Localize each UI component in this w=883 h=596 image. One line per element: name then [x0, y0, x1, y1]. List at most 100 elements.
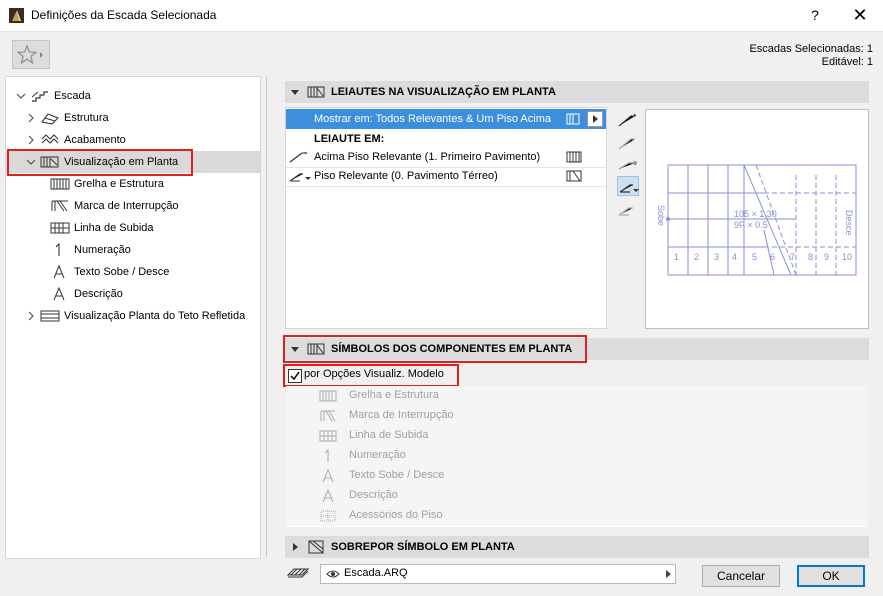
overlay-symbol-icon — [307, 540, 325, 554]
symbol-row-floor-accessories: Acessórios do Piso — [286, 506, 868, 527]
selection-highlight-box — [7, 149, 193, 176]
selected-count: Escadas Selecionadas: 1 — [749, 43, 873, 55]
window-title: Definições da Escada Selecionada — [31, 8, 217, 22]
tree-item-escada[interactable]: Escada — [6, 85, 260, 107]
layout-in-header: LEIAUTE EM: — [286, 129, 606, 149]
close-button[interactable]: ✕ — [845, 0, 875, 31]
stair-relevant-view-icon[interactable] — [617, 176, 639, 196]
dimension-label-2: 9P × 0.5 — [734, 220, 768, 230]
numbering-icon — [50, 243, 70, 257]
panel-divider[interactable] — [266, 76, 267, 557]
step-number: 1 — [674, 252, 679, 262]
symbol-label: Grelha e Estrutura — [349, 389, 439, 401]
step-number: 2 — [694, 252, 699, 262]
tree-item-marca-de-interrupcao[interactable]: Marca de Interrupção — [6, 195, 260, 217]
collapse-arrow-icon[interactable] — [291, 81, 300, 103]
symbol-row-grid: Grelha e Estrutura — [286, 386, 868, 407]
tree-item-label: Acabamento — [64, 134, 126, 146]
tree-item-grelha-e-estrutura[interactable]: Grelha e Estrutura — [6, 173, 260, 195]
up-down-text-icon — [50, 265, 70, 279]
floor-plan-icon — [307, 85, 325, 99]
selection-info: Escadas Selecionadas: 1 Editável: 1 — [749, 43, 873, 69]
break-mark-icon — [566, 170, 582, 182]
stair-dot-icon[interactable] — [617, 155, 639, 175]
symbol-row-walking-line: Linha de Subida — [286, 426, 868, 447]
tree-item-numeracao[interactable]: Numeração — [6, 239, 260, 261]
section-title: LEIAUTES NA VISUALIZAÇÃO EM PLANTA — [331, 86, 556, 98]
step-number: 9 — [824, 252, 829, 262]
tree-item-descricao[interactable]: Descrição — [6, 283, 260, 305]
grid-structure-icon — [50, 177, 70, 191]
description-icon — [319, 489, 337, 503]
editable-count: Editável: 1 — [821, 56, 873, 68]
symbols-header-highlight-box — [283, 335, 587, 363]
stair-relevant-icon — [289, 170, 311, 182]
title-bar: Definições da Escada Selecionada ? ✕ — [0, 0, 883, 32]
tree-item-label: Texto Sobe / Desce — [74, 266, 170, 278]
favorites-button[interactable] — [12, 40, 50, 69]
step-number: 10 — [842, 252, 852, 262]
tree-item-texto-sobe-desce[interactable]: Texto Sobe / Desce — [6, 261, 260, 283]
chevron-right-icon[interactable] — [26, 305, 36, 327]
cancel-button[interactable]: Cancelar — [702, 565, 780, 587]
show-on-label: Mostrar em: Todos Relevantes & Um Piso A… — [314, 113, 551, 125]
layout-in-label: LEIAUTE EM: — [314, 133, 385, 145]
popup-arrow-button[interactable] — [587, 111, 603, 127]
symbol-label: Linha de Subida — [349, 429, 429, 441]
app-icon — [9, 8, 24, 23]
stair-below-view-icon[interactable] — [617, 200, 639, 220]
tree-item-estrutura[interactable]: Estrutura — [6, 107, 260, 129]
symbol-row-up-down-text: Texto Sobe / Desce — [286, 466, 868, 487]
layout-row-above[interactable]: Acima Piso Relevante (1. Primeiro Pavime… — [286, 147, 606, 168]
reflected-ceiling-icon — [40, 309, 60, 323]
up-label: Sobe — [656, 205, 666, 226]
layer-icon[interactable] — [286, 565, 310, 581]
chevron-right-icon[interactable] — [26, 107, 36, 129]
section-title: SOBREPOR SÍMBOLO EM PLANTA — [331, 541, 515, 553]
down-label: Desce — [844, 210, 854, 236]
step-number: 5 — [752, 252, 757, 262]
step-number: 3 — [714, 252, 719, 262]
tree-item-label: Numeração — [74, 244, 131, 256]
symbol-row-break-mark: Marca de Interrupção — [286, 406, 868, 427]
symbol-row-numbering: Numeração — [286, 446, 868, 467]
eye-icon — [326, 568, 340, 580]
stair-icon — [30, 89, 50, 103]
ok-button[interactable]: OK — [797, 565, 865, 587]
step-number: 6 — [770, 252, 775, 262]
tree-item-label: Visualização Planta do Teto Refletida — [64, 310, 246, 322]
step-number: 7 — [790, 252, 795, 262]
tree-item-label: Escada — [54, 90, 91, 102]
layout-display-icon — [566, 113, 582, 125]
stair-above-faded-icon[interactable] — [617, 133, 639, 153]
floor-accessories-icon — [319, 509, 337, 523]
layout-row-relevant[interactable]: Piso Relevante (0. Pavimento Térreo) — [286, 166, 606, 187]
tree-item-linha-de-subida[interactable]: Linha de Subida — [6, 217, 260, 239]
walking-line-icon — [319, 429, 337, 443]
layout-row-label: Acima Piso Relevante (1. Primeiro Pavime… — [314, 151, 541, 163]
checkbox-highlight-box — [283, 364, 459, 387]
chevron-down-icon[interactable] — [16, 85, 26, 107]
stair-above-view-icon[interactable] — [617, 110, 639, 130]
tree-item-visualizacao-teto-refletida[interactable]: Visualização Planta do Teto Refletida — [6, 305, 260, 327]
finish-icon — [40, 133, 60, 147]
tree-item-acabamento[interactable]: Acabamento — [6, 129, 260, 151]
layer-select[interactable]: Escada.ARQ — [320, 564, 676, 584]
overlay-section-header[interactable]: SOBREPOR SÍMBOLO EM PLANTA — [285, 536, 869, 558]
stair-plan-preview: Sobe Desce 105 × 1.30 9P × 0.5 1 2 3 4 5… — [645, 109, 869, 329]
walking-line-icon — [50, 221, 70, 235]
description-icon — [50, 287, 70, 301]
chevron-right-icon — [664, 568, 672, 580]
symbol-label: Numeração — [349, 449, 406, 461]
stair-above-icon — [289, 151, 309, 163]
expand-arrow-icon[interactable] — [291, 536, 300, 558]
layouts-section-header[interactable]: LEIAUTES NA VISUALIZAÇÃO EM PLANTA — [285, 81, 869, 103]
tree-item-label: Marca de Interrupção — [74, 200, 179, 212]
show-on-row[interactable]: Mostrar em: Todos Relevantes & Um Piso A… — [286, 109, 606, 129]
structure-icon — [40, 111, 60, 125]
help-button[interactable]: ? — [800, 0, 830, 31]
step-number: 4 — [732, 252, 737, 262]
star-icon — [17, 45, 43, 65]
chevron-right-icon[interactable] — [26, 129, 36, 151]
layout-row-label: Piso Relevante (0. Pavimento Térreo) — [314, 170, 498, 182]
